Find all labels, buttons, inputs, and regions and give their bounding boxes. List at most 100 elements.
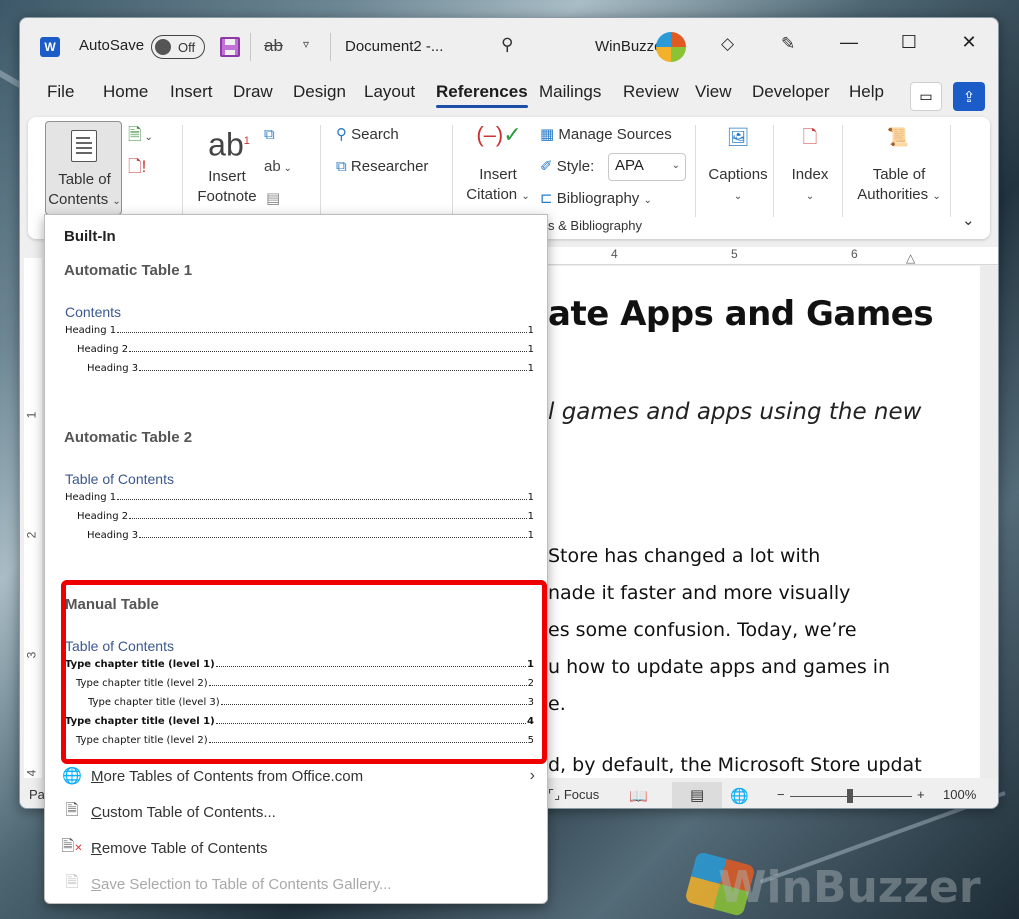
document-paragraph-line: Store has changed a lot with (548, 545, 820, 567)
search-icon[interactable]: ⚲ (501, 36, 513, 53)
manage-sources-button[interactable]: ▦ Manage Sources (540, 125, 672, 145)
save-icon[interactable] (220, 37, 240, 57)
read-mode-icon[interactable]: 📖 (629, 787, 648, 805)
ruler-number: 4 (24, 770, 38, 777)
table-of-contents-button[interactable]: Table ofContents ⌄ (45, 121, 122, 215)
menu-item-custom-toc[interactable]: 🗎 Custom Table of Contents... (45, 796, 547, 828)
autosave-state: Off (178, 40, 195, 55)
close-icon[interactable]: ✕ (954, 32, 984, 53)
share-button[interactable]: ⇪ (953, 82, 985, 111)
tab-insert[interactable]: Insert (170, 82, 213, 102)
web-layout-icon[interactable]: 🌐 (730, 787, 749, 805)
zoom-out-button[interactable]: − (777, 787, 785, 802)
tab-layout[interactable]: Layout (364, 82, 415, 102)
zoom-in-button[interactable]: + (917, 787, 925, 802)
insert-citation-label-2: Citation (466, 186, 517, 203)
toc-row: Heading 31 (65, 361, 534, 374)
insert-citation-icon: (–)✓ (474, 125, 524, 145)
table-of-authorities-button[interactable]: Table ofAuthorities ⌄ (850, 165, 948, 207)
divider (250, 33, 251, 61)
researcher-label: Researcher (351, 158, 429, 175)
horizontal-ruler[interactable]: 4 5 6 △ (548, 247, 999, 265)
divider (950, 125, 951, 217)
captions-label: Captions (708, 166, 767, 183)
menu-item-remove-toc[interactable]: 🗎✕ Remove Table of Contents (45, 832, 547, 864)
researcher-button[interactable]: ⧉ Researcher (336, 157, 428, 177)
toc-label: Table of (58, 171, 111, 188)
autosave-toggle[interactable]: Off (151, 35, 205, 59)
toc-row: Heading 21 (65, 342, 534, 355)
save-gallery-icon: 🗎 (61, 871, 83, 898)
add-text-icon[interactable]: 🗎 ⌄ (128, 125, 153, 148)
next-footnote-icon[interactable]: ab ⌄ (264, 157, 292, 179)
show-notes-icon[interactable]: ▤ (266, 189, 280, 209)
toc-row-page: 1 (528, 492, 534, 503)
vertical-ruler[interactable]: 1 2 3 4 (24, 258, 42, 778)
focus-button[interactable]: ⌜⌟ Focus (548, 787, 599, 803)
gallery-toc-heading: Contents (65, 304, 121, 320)
strikethrough-icon[interactable]: ab (264, 37, 283, 54)
focus-icon: ⌜⌟ (548, 787, 560, 802)
document-icon: 🗎 (61, 799, 83, 826)
menu-item-more-tocs[interactable]: 🌐 More Tables of Contents from Office.co… (45, 760, 547, 792)
insert-citation-button[interactable]: InsertCitation ⌄ (458, 165, 538, 207)
document-page[interactable]: ate Apps and Games l games and apps usin… (548, 266, 980, 778)
captions-button[interactable]: Captions⌄ (700, 165, 776, 207)
insert-footnote-label: Insert (208, 168, 246, 185)
toc-row-page: 1 (528, 530, 534, 541)
document-paragraph-line: e. (548, 693, 566, 715)
zoom-level[interactable]: 100% (943, 787, 976, 802)
ribbon-tabs: File Home Insert Draw Design Layout Refe… (20, 82, 998, 112)
tab-view[interactable]: View (695, 82, 732, 102)
comments-button[interactable]: ▭ (910, 82, 942, 111)
watermark: WinBuzzer (718, 862, 981, 913)
avatar[interactable] (656, 32, 686, 62)
page-indicator[interactable]: Pa (29, 787, 45, 802)
tab-draw[interactable]: Draw (233, 82, 273, 102)
vertical-scrollbar[interactable] (980, 266, 999, 778)
document-title[interactable]: Document2 -... (345, 38, 443, 55)
ribbon-expand-icon[interactable]: ⌄ (962, 211, 975, 231)
tab-mailings[interactable]: Mailings (539, 82, 601, 102)
style-value: APA (615, 157, 644, 174)
maximize-icon[interactable]: ☐ (894, 32, 924, 53)
toc-label-2: Contents (48, 191, 108, 208)
tab-developer[interactable]: Developer (752, 82, 830, 102)
insert-footnote-icon[interactable]: ab1 (198, 123, 260, 163)
toc-row-text: Heading 1 (65, 492, 116, 503)
bibliography-label: Bibliography (557, 190, 640, 207)
search-button[interactable]: ⚲ Search (336, 125, 399, 145)
indent-marker-icon[interactable]: △ (906, 251, 915, 265)
document-heading: ate Apps and Games (548, 294, 933, 334)
ruler-number: 3 (24, 652, 38, 659)
captions-icon: 🖼 (708, 127, 768, 147)
tab-file[interactable]: File (47, 82, 74, 102)
update-table-icon[interactable]: 🗋! (128, 157, 146, 177)
share-icon: ⇪ (963, 88, 976, 106)
citation-style-select[interactable]: APA⌄ (608, 153, 686, 181)
ruler-number: 4 (611, 247, 618, 261)
table-of-contents-dropdown: Built-In Automatic Table 1 Contents Head… (44, 214, 548, 904)
tab-help[interactable]: Help (849, 82, 884, 102)
tab-design[interactable]: Design (293, 82, 346, 102)
tab-home[interactable]: Home (103, 82, 148, 102)
minimize-icon[interactable]: — (834, 32, 864, 53)
word-icon[interactable]: W (40, 37, 60, 57)
diamond-icon[interactable]: ◇ (721, 35, 734, 52)
index-button[interactable]: Index⌄ (784, 165, 836, 207)
bibliography-button[interactable]: ⊏ Bibliography ⌄ (540, 189, 652, 211)
print-layout-button[interactable]: ▤ (672, 782, 722, 809)
tab-review[interactable]: Review (623, 82, 679, 102)
toc-row: Heading 21 (65, 509, 534, 522)
remove-document-icon: 🗎✕ (61, 835, 83, 862)
zoom-slider-thumb[interactable] (847, 789, 853, 803)
customize-qat-icon[interactable]: ▿ (303, 38, 309, 50)
section-header: Built-In (64, 228, 116, 245)
toc-row-text: Heading 3 (87, 363, 138, 374)
insert-footnote-button[interactable]: InsertFootnote (194, 167, 260, 207)
tab-references[interactable]: References (436, 82, 528, 102)
menu-item-label: Save Selection to Table of Contents Gall… (91, 876, 391, 893)
pen-icon[interactable]: ✎ (781, 35, 795, 52)
insert-endnote-icon[interactable]: ⧉ (264, 125, 275, 145)
print-layout-icon: ▤ (690, 786, 704, 804)
